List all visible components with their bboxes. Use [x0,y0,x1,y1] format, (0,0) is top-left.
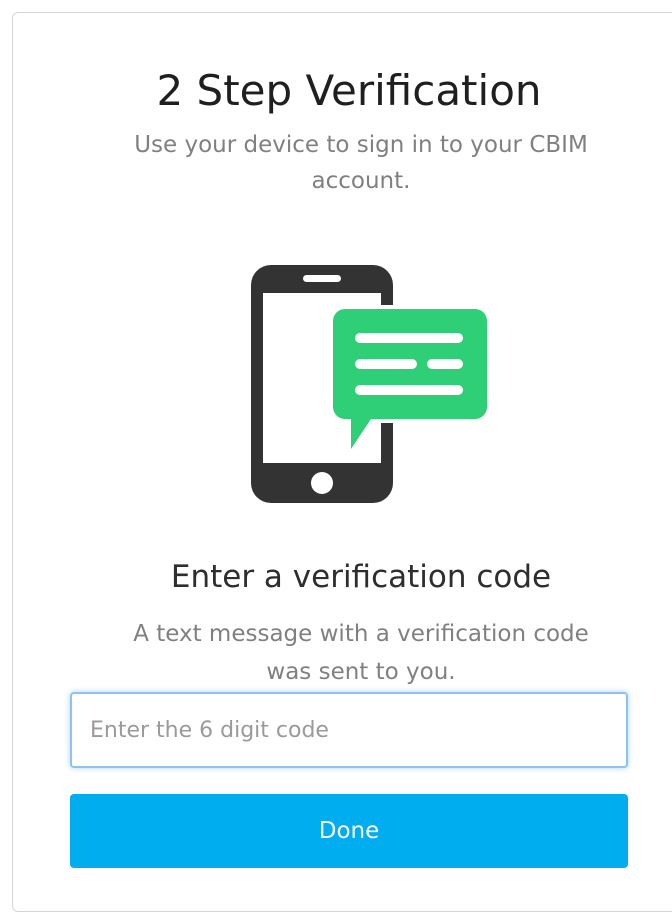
verification-heading: Enter a verification code [170,559,552,595]
message-line [427,359,463,369]
verification-code-input[interactable] [70,692,628,768]
verification-description: A text message with a verification code … [133,621,589,685]
page-title: 2 Step Verification [156,66,542,115]
phone-sms-icon [249,263,491,507]
phone-home-button [311,472,333,494]
verification-card: 2 Step Verification Use your device to s… [12,12,672,912]
done-button[interactable]: Done [70,794,628,868]
page-subtitle: Use your device to sign in to your CBIM … [134,132,588,194]
message-line [355,333,463,343]
phone-speaker [303,275,341,282]
message-line [355,385,463,395]
message-line [355,359,417,369]
speech-bubble [333,309,487,449]
